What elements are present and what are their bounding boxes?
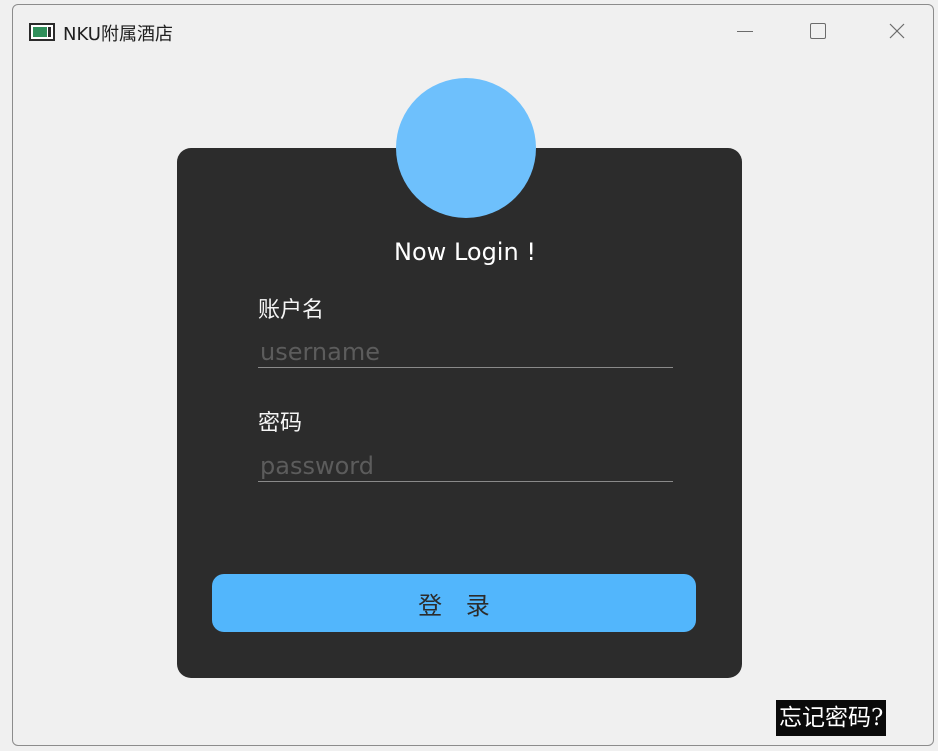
login-button[interactable]: 登 录 bbox=[212, 574, 696, 632]
maximize-icon bbox=[810, 23, 826, 39]
title-bar[interactable]: NKU附属酒店 bbox=[13, 5, 933, 55]
minimize-button[interactable] bbox=[723, 13, 767, 49]
maximize-button[interactable] bbox=[796, 13, 840, 49]
close-icon bbox=[889, 23, 905, 39]
avatar bbox=[396, 78, 536, 218]
password-input[interactable] bbox=[258, 450, 673, 482]
username-label: 账户名 bbox=[258, 298, 325, 323]
forgot-password-link[interactable]: 忘记密码? bbox=[776, 700, 887, 736]
close-button[interactable] bbox=[875, 13, 919, 49]
minimize-icon bbox=[737, 30, 753, 32]
window-title: NKU附属酒店 bbox=[63, 24, 173, 45]
password-label: 密码 bbox=[258, 411, 303, 436]
username-input[interactable] bbox=[258, 336, 673, 368]
login-heading: Now Login ! bbox=[394, 238, 536, 266]
app-window-icon bbox=[29, 23, 55, 41]
